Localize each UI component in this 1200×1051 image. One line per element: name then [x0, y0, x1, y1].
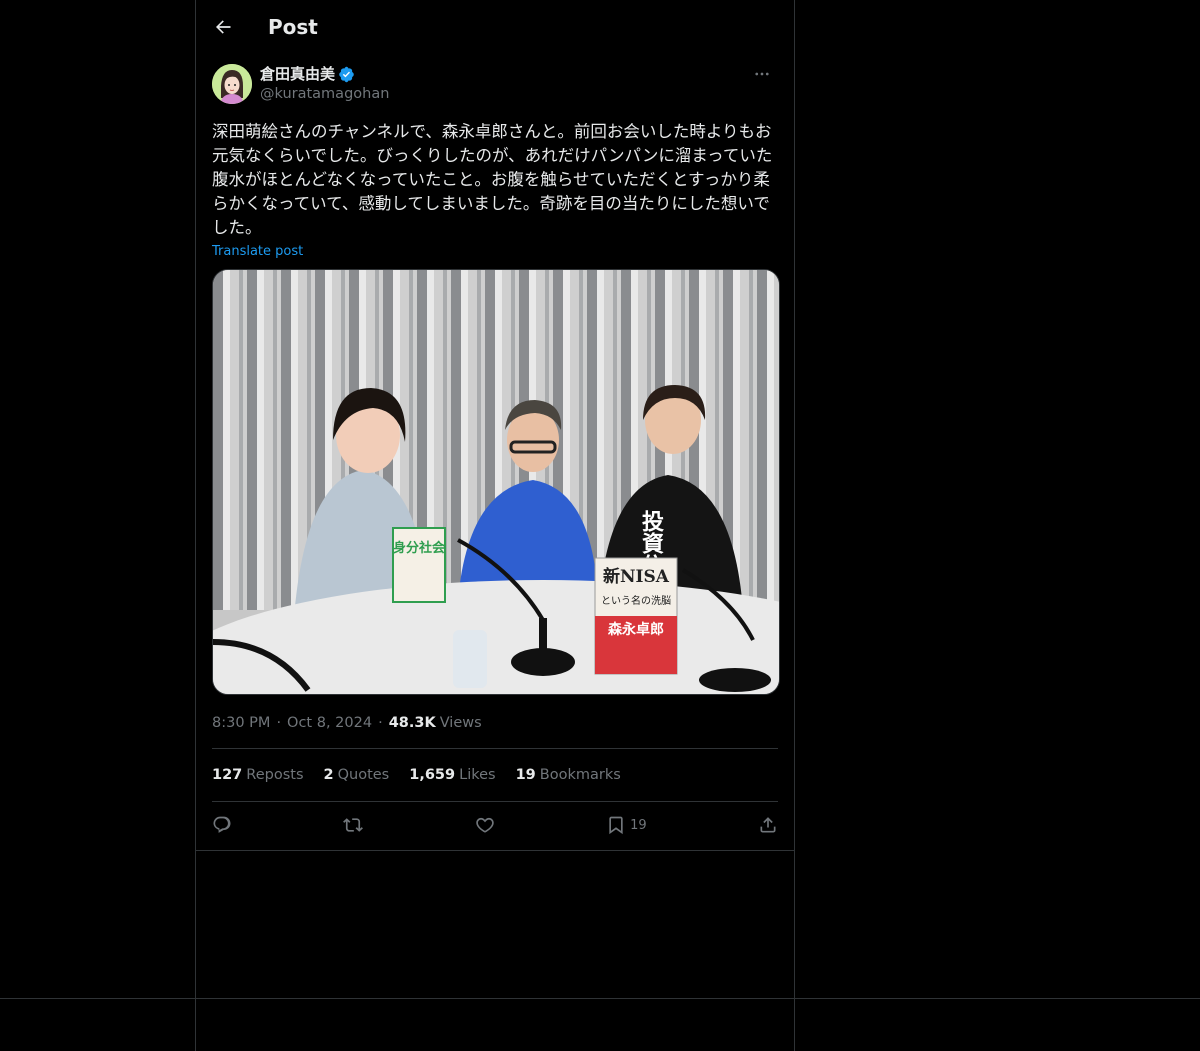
likes-stat[interactable]: 1,659 Likes [409, 767, 495, 783]
more-icon [755, 72, 769, 76]
reply-button[interactable] [212, 815, 232, 835]
post-stats: 127 Reposts 2 Quotes 1,659 Likes 19 Bookmark… [212, 749, 778, 801]
post-text: 深田萌絵さんのチャンネルで、森永卓郎さんと。前回お会いした時よりもお元気なくらい… [212, 122, 773, 237]
post-author: 倉田真由美 @kuratamagohan [212, 64, 778, 106]
reply-icon [213, 816, 231, 833]
bookmarks-stat[interactable]: 19 Bookmarks [516, 767, 621, 783]
column-border-right [794, 0, 795, 1051]
avatar[interactable] [212, 64, 252, 104]
repost-button[interactable] [343, 815, 364, 835]
translate-post-link[interactable]: Translate post [212, 244, 778, 259]
verified-badge-icon [339, 66, 354, 82]
quotes-stat[interactable]: 2 Quotes [324, 767, 390, 783]
page-title: Post [268, 15, 318, 39]
water-glass [453, 630, 487, 688]
back-arrow-icon [216, 20, 231, 34]
reposts-stat[interactable]: 127 Reposts [212, 767, 304, 783]
repost-icon [343, 818, 364, 832]
bookmark-action-count: 19 [630, 817, 647, 833]
bookmark-icon [609, 816, 623, 835]
share-button[interactable] [758, 815, 778, 835]
book-right-author: 森永卓郎 [608, 621, 664, 638]
bottom-divider [0, 998, 1200, 999]
like-icon [475, 817, 494, 833]
meta-dot: · [378, 715, 383, 731]
bookmarks-count: 19 [515, 767, 536, 783]
author-display-name: 倉田真由美 [260, 65, 336, 83]
reposts-count: 127 [212, 767, 243, 783]
likes-count: 1,659 [409, 767, 456, 783]
quotes-label: Quotes [337, 767, 390, 783]
back-button[interactable] [206, 10, 240, 44]
likes-label: Likes [459, 767, 496, 783]
views-count: 48.3K [388, 715, 436, 731]
photo-scene: 投資依 身分社会 新NISA という名の洗脳 森永卓郎 [213, 270, 779, 694]
author-names: 倉田真由美 @kuratamagohan [260, 64, 389, 104]
meta-dot: · [276, 715, 282, 731]
book-right: 新NISA という名の洗脳 森永卓郎 [594, 557, 678, 675]
more-button[interactable] [746, 64, 778, 84]
post-image[interactable]: 投資依 身分社会 新NISA という名の洗脳 森永卓郎 [212, 269, 780, 695]
book-right-subtitle: という名の洗脳 [601, 594, 671, 607]
author-handle[interactable]: @kuratamagohan [260, 84, 389, 104]
book-left-title: 身分社会 [393, 540, 446, 556]
share-icon [760, 817, 776, 833]
post-column: Post 倉田真由美 @kuratamagohan 深田萌絵さんのチャンネルで、… [196, 0, 794, 851]
post-time[interactable]: 8:30 PM [212, 715, 270, 731]
views-label: Views [439, 715, 482, 731]
bookmarks-label: Bookmarks [539, 767, 621, 783]
post-actions: 19 [212, 802, 778, 848]
post-meta: 8:30 PM · Oct 8, 2024 · 48.3K Views [212, 715, 778, 731]
post-date[interactable]: Oct 8, 2024 [287, 715, 372, 731]
quotes-count: 2 [323, 767, 334, 783]
author-display-name-row[interactable]: 倉田真由美 [260, 64, 389, 84]
divider [196, 850, 794, 851]
book-right-title: 新NISA [603, 566, 670, 587]
like-button[interactable] [475, 815, 495, 835]
avatar-illustration [212, 64, 252, 104]
reposts-label: Reposts [246, 767, 304, 783]
book-left: 身分社会 [392, 527, 446, 603]
post-header: Post [196, 0, 794, 54]
bookmark-button[interactable]: 19 [606, 815, 647, 835]
